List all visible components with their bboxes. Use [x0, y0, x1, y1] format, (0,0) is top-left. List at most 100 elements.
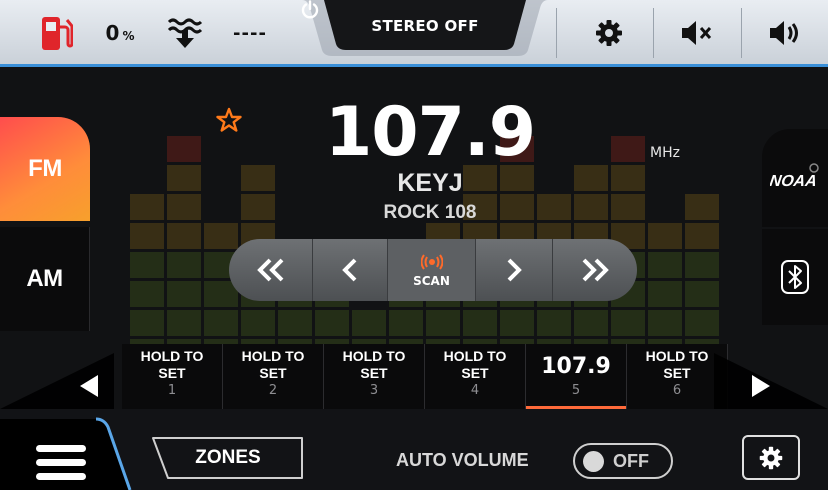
gear-icon [759, 446, 783, 469]
preset-hold-label: HOLD TO [342, 348, 406, 364]
preset-set-label: SET [158, 365, 186, 381]
eq-cell [130, 310, 164, 336]
preset-number: 6 [672, 383, 682, 398]
seek-back-button[interactable] [229, 239, 313, 301]
eq-cell [130, 252, 164, 278]
depth-readout: ---- [222, 0, 278, 66]
seek-forward-button[interactable] [553, 239, 637, 301]
tune-up-button[interactable] [476, 239, 553, 301]
scan-button[interactable]: SCAN [388, 239, 476, 301]
auto-volume-label: AUTO VOLUME [396, 450, 529, 470]
eq-cell [611, 165, 645, 191]
band-fm-tab[interactable]: FM [0, 117, 90, 221]
preset-number: 4 [470, 383, 480, 398]
preset-6[interactable]: HOLD TO SET 6 [627, 344, 728, 409]
depth-icon [160, 0, 210, 66]
eq-cell [537, 310, 571, 336]
band-am-label: AM [26, 265, 63, 292]
preset-4[interactable]: HOLD TO SET 4 [425, 344, 526, 409]
auto-volume-toggle[interactable]: OFF [573, 443, 673, 479]
preset-2[interactable]: HOLD TO SET 2 [223, 344, 324, 409]
menu-button[interactable] [0, 409, 150, 490]
divider [741, 8, 742, 58]
bottom-bar: ZONES AUTO VOLUME OFF [0, 409, 828, 490]
divider [653, 8, 654, 58]
band-am-tab[interactable]: AM [0, 227, 90, 331]
depth-value: ---- [233, 22, 267, 44]
double-chevron-left-icon [256, 258, 283, 282]
triangle-right-icon [714, 353, 828, 409]
eq-cell [278, 310, 312, 336]
preset-prev-button[interactable] [0, 353, 114, 409]
eq-cell [611, 310, 645, 336]
eq-cell [352, 310, 386, 336]
preset-number: 5 [571, 383, 581, 398]
eq-cell [167, 194, 201, 220]
star-icon [216, 107, 242, 132]
eq-cell [648, 281, 682, 307]
eq-cell [204, 310, 238, 336]
eq-cell [611, 136, 645, 162]
eq-cell [241, 310, 275, 336]
eq-cell [648, 310, 682, 336]
preset-number: 2 [268, 383, 278, 398]
settings-button[interactable] [578, 0, 640, 66]
triangle-left-icon [0, 353, 114, 409]
broadcast-icon [420, 253, 443, 270]
stereo-label: STEREO OFF [371, 17, 479, 35]
preset-hold-label: HOLD TO [443, 348, 507, 364]
bluetooth-button[interactable] [762, 229, 828, 325]
eq-cell [685, 252, 719, 278]
fuel-unit: % [122, 29, 135, 43]
eq-cell [167, 223, 201, 249]
eq-cell [685, 194, 719, 220]
power-icon [301, 0, 319, 19]
volume-button[interactable] [752, 0, 818, 66]
eq-cell [611, 194, 645, 220]
auto-volume-state: OFF [613, 450, 649, 471]
preset-3[interactable]: HOLD TO SET 3 [324, 344, 425, 409]
station-name: KEYJ [397, 169, 463, 197]
preset-frequency: 107.9 [541, 354, 611, 379]
eq-cell [130, 194, 164, 220]
eq-cell [537, 194, 571, 220]
hamburger-icon [36, 445, 86, 480]
eq-cell [574, 194, 608, 220]
tune-down-button[interactable] [313, 239, 388, 301]
frequency-unit: MHz [650, 145, 680, 161]
eq-cell [500, 310, 534, 336]
eq-cell [685, 281, 719, 307]
audio-settings-button[interactable] [742, 435, 800, 480]
fuel-icon [30, 0, 82, 66]
eq-cell [204, 223, 238, 249]
preset-set-label: SET [259, 365, 287, 381]
preset-next-button[interactable] [714, 353, 828, 409]
eq-cell [574, 310, 608, 336]
favorite-star-button[interactable] [216, 107, 242, 137]
chevron-right-icon [507, 258, 522, 282]
eq-cell [463, 310, 497, 336]
noaa-label: NOAA [770, 172, 818, 190]
eq-cell [648, 223, 682, 249]
preset-number: 1 [167, 383, 177, 398]
stereo-power-button[interactable]: STEREO OFF [300, 0, 550, 56]
eq-cell [574, 165, 608, 191]
preset-1[interactable]: HOLD TO SET 1 [122, 344, 223, 409]
eq-cell [130, 223, 164, 249]
mute-button[interactable] [666, 0, 728, 66]
scan-label: SCAN [413, 273, 450, 288]
zones-button[interactable]: ZONES [150, 436, 306, 480]
double-chevron-right-icon [582, 258, 609, 282]
station-genre: ROCK 108 [383, 202, 477, 223]
noaa-weather-button[interactable]: NOAA [762, 129, 828, 227]
preset-5[interactable]: 107.9 5 [526, 344, 627, 409]
eq-cell [167, 252, 201, 278]
eq-cell [167, 281, 201, 307]
band-fm-label: FM [28, 155, 62, 182]
tuning-controls: SCAN [229, 239, 637, 301]
preset-number: 3 [369, 383, 379, 398]
fuel-level: 0 % [90, 0, 150, 66]
stereo-status: STEREO OFF [300, 0, 550, 52]
fuel-percent: 0 [105, 21, 120, 45]
frequency-display: 107.9 [324, 93, 536, 172]
